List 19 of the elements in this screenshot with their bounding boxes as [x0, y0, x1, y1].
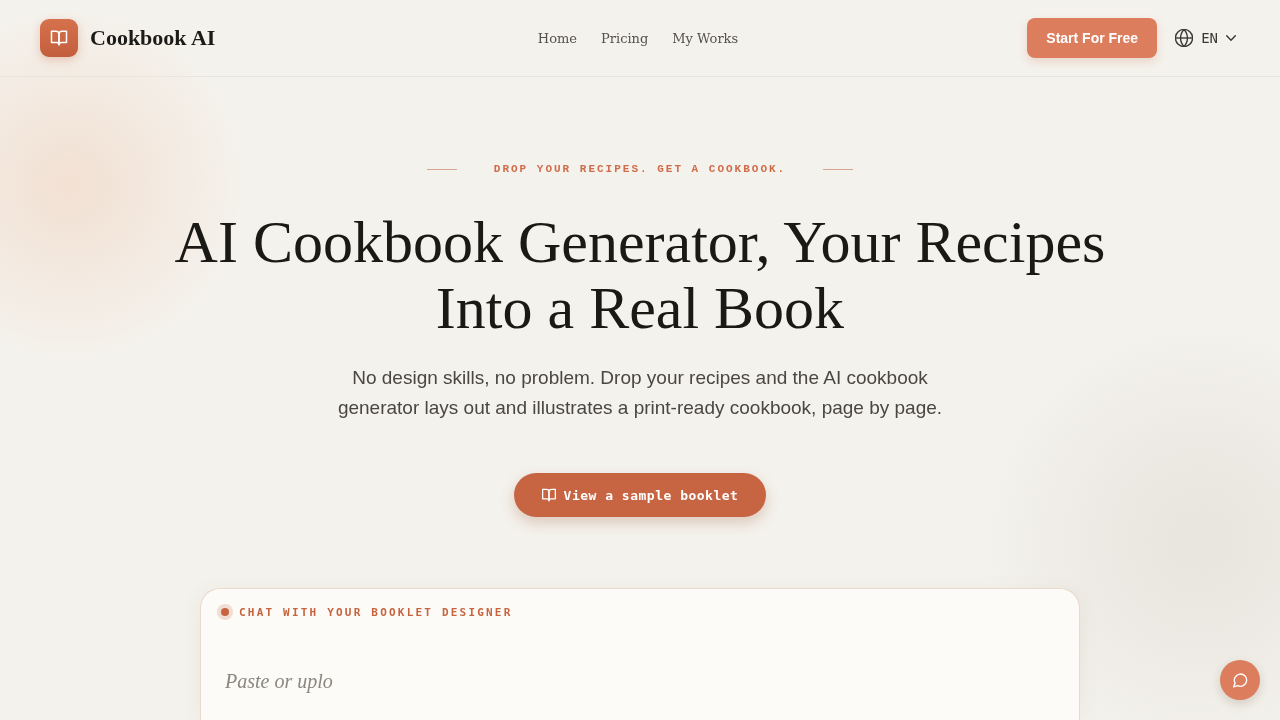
status-dot-icon — [217, 604, 233, 620]
eyebrow-text: DROP YOUR RECIPES. GET A COOKBOOK. — [493, 162, 787, 176]
speech-bubble-icon — [1232, 672, 1248, 688]
nav-link[interactable]: My Works — [672, 30, 739, 46]
brand-name: Cookbook AI — [90, 25, 216, 51]
book-logo-icon — [40, 19, 78, 57]
book-icon — [541, 488, 556, 502]
hero-heading: AI Cookbook Generator, Your Recipes Into a Real Book — [173, 209, 1107, 341]
chat-composer[interactable]: CHAT WITH YOUR BOOKLET DESIGNER Paste or uplo — [200, 588, 1080, 720]
language-button[interactable]: EN — [1175, 29, 1236, 47]
nav-link[interactable]: Pricing — [601, 30, 649, 46]
hero-subtitle: No design skills, no problem. Drop your recipes and the AI cookbook generator lays out and illustrates a print-ready cookbook, page by page. — [336, 366, 944, 420]
chat-button[interactable] — [1220, 660, 1260, 700]
sample-booklet-button[interactable]: View a sample booklet — [513, 473, 767, 517]
caret-icon — [1226, 33, 1236, 43]
message-field[interactable]: Paste or uplo — [225, 667, 1055, 720]
globe-icon — [1175, 29, 1194, 47]
nav-link[interactable]: Home — [537, 30, 578, 46]
chat-label: CHAT WITH YOUR BOOKLET DESIGNER — [239, 605, 513, 619]
